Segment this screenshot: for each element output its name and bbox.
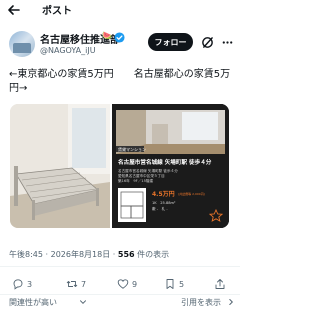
- listing-tag: 賃貸マンション: [118, 146, 146, 152]
- repost-button[interactable]: 7: [66, 277, 86, 291]
- chevron-right-icon[interactable]: [227, 298, 235, 306]
- page-title: ポスト: [42, 6, 72, 17]
- like-count: 9: [132, 279, 138, 289]
- share-icon: [215, 279, 225, 289]
- listing-layout: 1K 25.88m²: [152, 201, 176, 205]
- grok-icon[interactable]: [201, 36, 214, 49]
- repost-icon: [66, 281, 78, 287]
- reply-icon: [13, 279, 23, 290]
- tweet-line: ←東京都心の家賃5万円 名古屋都心の家賃5万: [9, 69, 231, 80]
- listing-deposit: 敷 - 礼 -: [152, 206, 168, 211]
- tweet-date: 2026年8月18日: [50, 250, 111, 259]
- tweet-text: ←東京都心の家賃5万円 名古屋都心の家賃5万 円→: [9, 68, 237, 96]
- listing-detail: 築16年 9F／15階建: [118, 178, 153, 183]
- meta-separator: ·: [45, 250, 49, 259]
- bookmark-count: 5: [179, 279, 185, 289]
- follow-button[interactable]: フォロー: [148, 33, 193, 51]
- reply-button[interactable]: 3: [12, 277, 32, 291]
- meta-separator: ·: [112, 250, 116, 259]
- author-handle[interactable]: @NAGOYA_iJU: [40, 46, 96, 55]
- tweet-time: 午後8:45: [9, 250, 43, 259]
- listing-detail: 名古屋市営名城線 矢場町駅 徒歩４分: [118, 168, 178, 173]
- divider: [0, 294, 240, 295]
- action-bar: 3 7 9 5: [0, 277, 240, 291]
- listing-detail: 愛知県名古屋市中区栄５丁目: [118, 173, 165, 178]
- divider: [0, 266, 240, 267]
- top-bar: ポスト: [0, 0, 240, 22]
- watermelon-emoji: 🍉: [102, 31, 112, 40]
- repost-count: 7: [81, 279, 87, 289]
- bookmark-icon: [166, 279, 174, 289]
- listing-price-note: (共益費等 2,000円): [178, 191, 205, 196]
- chevron-down-icon[interactable]: [79, 298, 87, 306]
- listing-title: 名古屋市営名城線 矢場町駅 徒歩４分: [118, 158, 212, 166]
- sort-relevance-button[interactable]: 関連性が高い: [9, 297, 57, 308]
- media-image-listing[interactable]: 賃貸マンション 名古屋市営名城線 矢場町駅 徒歩４分 名古屋市営名城線 矢場町駅…: [112, 104, 229, 228]
- share-button[interactable]: [214, 277, 226, 291]
- listing-price: 4.5万円: [152, 191, 175, 198]
- heart-icon: [117, 279, 129, 289]
- more-options-icon[interactable]: [221, 36, 234, 49]
- tweet-meta: 午後8:45 · 2026年8月18日 · 556 件の表示: [9, 249, 169, 260]
- back-arrow-icon[interactable]: [7, 3, 21, 17]
- views-label: 件の表示: [137, 250, 170, 259]
- avatar[interactable]: [9, 31, 35, 57]
- views-count[interactable]: 556: [118, 250, 135, 259]
- view-quotes-button[interactable]: 引用を表示: [181, 297, 221, 308]
- like-button[interactable]: 9: [117, 277, 137, 291]
- tweet-line: 円→: [9, 83, 28, 94]
- reply-count: 3: [27, 279, 33, 289]
- media-image-room[interactable]: [10, 104, 110, 228]
- bookmark-button[interactable]: 5: [164, 277, 184, 291]
- verified-badge-icon: [114, 32, 125, 43]
